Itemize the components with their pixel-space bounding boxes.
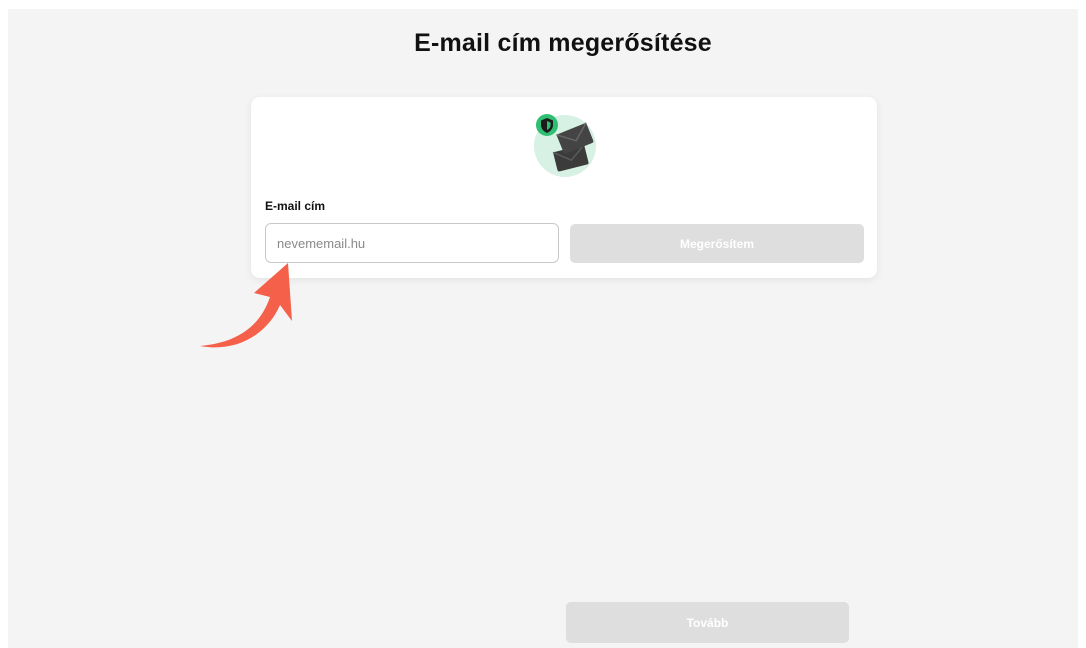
email-input[interactable] <box>265 223 559 263</box>
email-field-label: E-mail cím <box>265 199 326 213</box>
next-button[interactable]: Tovább <box>566 602 849 643</box>
page-background: E-mail cím megerősítése E-mail cím Meger… <box>8 9 1078 648</box>
page-title: E-mail cím megerősítése <box>414 29 712 57</box>
confirm-button[interactable]: Megerősítem <box>570 224 864 263</box>
envelopes-with-shield-icon <box>534 114 596 177</box>
email-verification-card: E-mail cím Megerősítem <box>251 97 877 278</box>
curved-arrow-icon <box>200 263 292 348</box>
